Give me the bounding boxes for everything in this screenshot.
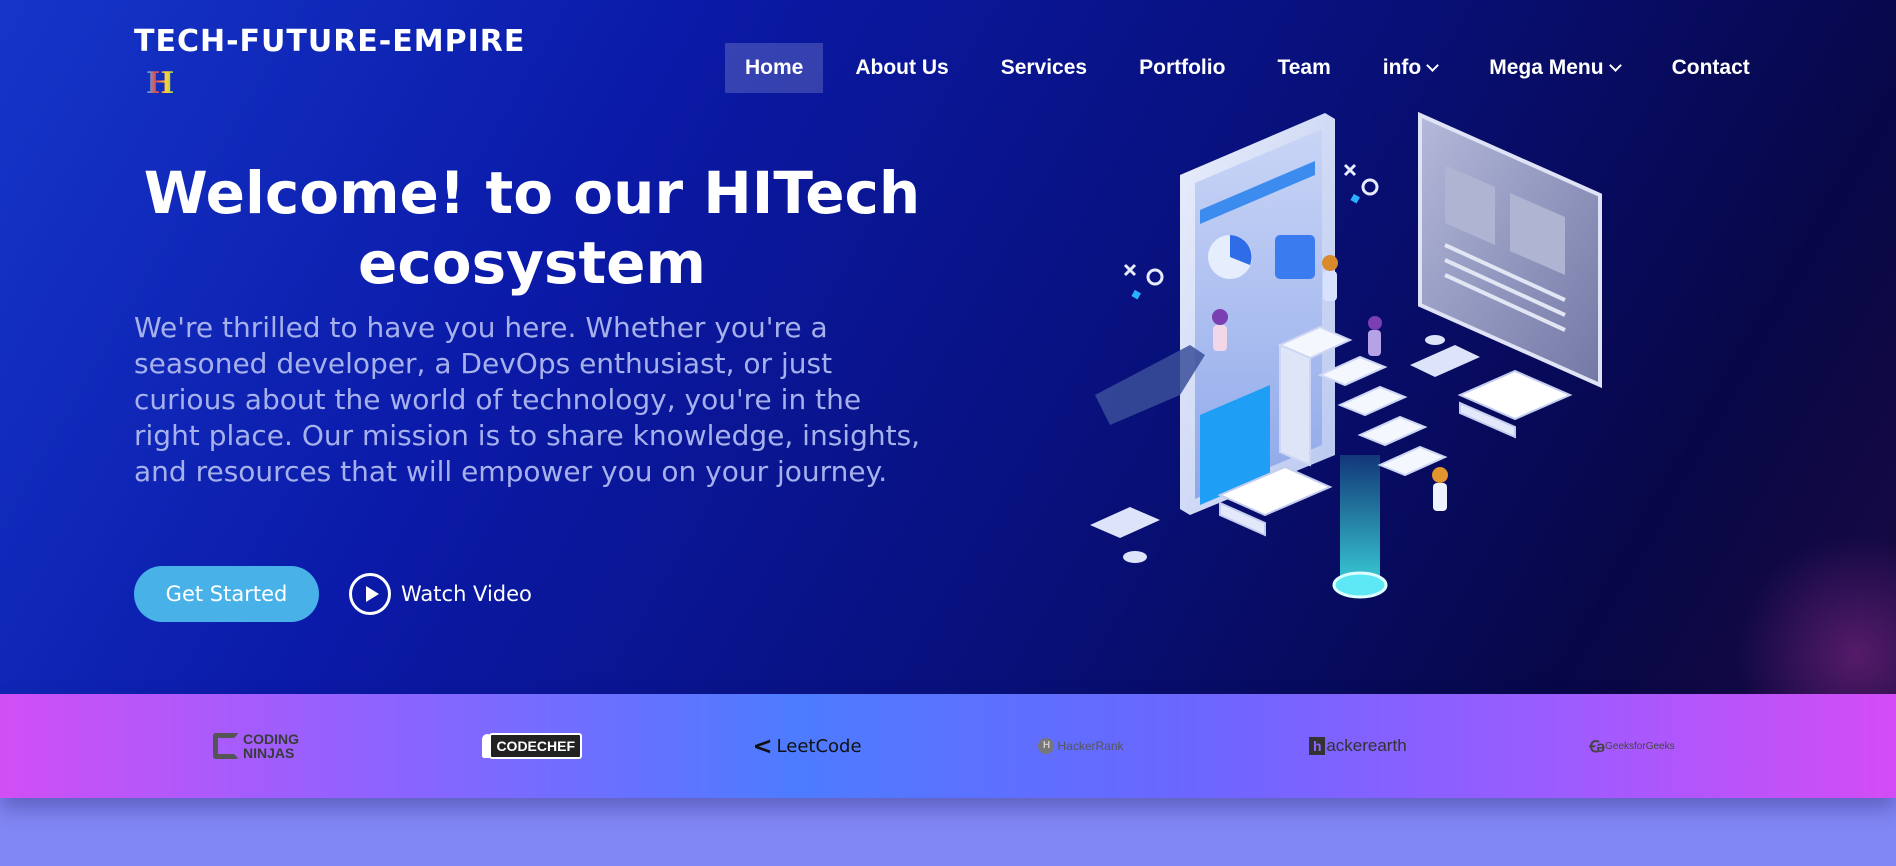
codechef-logo: CODECHEF — [482, 694, 582, 798]
nav-services[interactable]: Services — [981, 43, 1107, 93]
nav-info-label: info — [1382, 56, 1422, 79]
nav-home[interactable]: Home — [725, 43, 824, 93]
nav-about-us[interactable]: About Us — [835, 43, 968, 93]
main-nav: Home About Us Services Portfolio Team in… — [725, 43, 1782, 93]
isometric-stairs — [1277, 325, 1448, 477]
nav-contact[interactable]: Contact — [1652, 43, 1770, 93]
watch-video-label: Watch Video — [401, 582, 532, 606]
nav-mega-menu-dropdown[interactable]: Mega Menu — [1469, 43, 1639, 93]
isometric-tech-illustration — [1090, 111, 1602, 599]
floating-screen-panel — [1418, 111, 1602, 389]
chevron-down-icon — [1426, 59, 1440, 72]
nav-home-label: Home — [745, 56, 804, 79]
hero-section: TECH-FUTURE-EMPIRE H Home About Us Servi… — [0, 0, 1896, 694]
geeksforgeeks-logo: Ꞓə GeeksforGeeks — [1589, 739, 1675, 756]
light-beam — [1340, 455, 1380, 585]
nav-about-label: About Us — [855, 56, 949, 79]
nav-team[interactable]: Team — [1257, 43, 1350, 93]
codechef-label: CODECHEF — [489, 733, 582, 759]
coding-ninjas-line2: NINJAS — [243, 745, 295, 761]
hackerrank-logo: H HackerRank — [1036, 694, 1126, 798]
nav-info-dropdown[interactable]: info — [1363, 43, 1457, 93]
partner-logos-bar: CODING NINJAS CODECHEF < LeetCode H Hacke… — [0, 694, 1896, 798]
hackerrank-label: HackerRank — [1057, 739, 1124, 753]
nav-portfolio[interactable]: Portfolio — [1119, 43, 1245, 93]
brand-name[interactable]: TECH-FUTURE-EMPIRE — [134, 24, 525, 59]
geeksforgeeks-label: GeeksforGeeks — [1605, 740, 1675, 752]
nav-portfolio-label: Portfolio — [1139, 56, 1226, 79]
nav-mega-menu-label: Mega Menu — [1489, 56, 1604, 79]
hero-title-line1: Welcome! to our HITech — [143, 159, 921, 227]
nav-services-label: Services — [1000, 56, 1088, 79]
leetcode-label: LeetCode — [776, 735, 862, 757]
watch-video-link[interactable]: Watch Video — [349, 573, 532, 615]
coding-ninjas-logo: CODING NINJAS — [206, 694, 306, 798]
phone-device — [1180, 113, 1335, 515]
leetcode-logo: < LeetCode — [752, 732, 862, 760]
logo-icon[interactable]: H — [146, 68, 176, 100]
hero-title-line2: ecosystem — [358, 229, 706, 297]
nav-team-label: Team — [1277, 56, 1331, 79]
hackerearth-label: ackerearth — [1326, 736, 1407, 755]
chevron-down-icon — [1608, 59, 1622, 72]
nav-contact-label: Contact — [1671, 56, 1750, 79]
get-started-button[interactable]: Get Started — [134, 566, 319, 622]
hero-description: We're thrilled to have you here. Whether… — [134, 311, 921, 488]
play-icon — [349, 573, 391, 615]
hero-title: Welcome! to our HITech ecosystem — [134, 158, 930, 298]
hackerearth-logo: h ackerearth — [1306, 694, 1410, 798]
